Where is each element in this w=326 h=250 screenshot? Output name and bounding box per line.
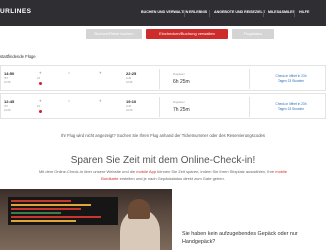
departure-time: 14:50 bbox=[4, 71, 15, 76]
mobile-app-link[interactable]: mobile App bbox=[136, 169, 156, 174]
plane-icon: ✈ bbox=[99, 71, 102, 75]
tab-book-trip[interactable]: Buchen/Reise buchen bbox=[86, 29, 142, 39]
desc-text: können Sie Zeit sparen, indem Sie Ihren … bbox=[156, 169, 276, 174]
desc-text: erstellen und je nach Gepäckstatus direk… bbox=[118, 176, 225, 181]
flight-number: 23 bbox=[37, 105, 40, 108]
flight-number: 23 bbox=[37, 77, 40, 80]
checkin-info[interactable]: Check-in öffnet in 23h Tagen 23 Stunden bbox=[257, 102, 325, 111]
checkin-description: Mit dem Online-Check-in über unsere Webs… bbox=[30, 168, 296, 182]
arrival-time: 19:10 bbox=[126, 99, 137, 104]
plane-icon: ✈ bbox=[39, 99, 42, 103]
board-row bbox=[11, 208, 81, 210]
checkin-headline: Sparen Sie Zeit mit dem Online-Check-in! bbox=[70, 155, 256, 166]
missing-flight-notice[interactable]: Ihr Flug wird nicht angezeigt? Suchen Si… bbox=[0, 133, 326, 138]
duration-label: Flugdauer bbox=[173, 73, 185, 76]
main-nav: BUCHEN UND VERWALTEN ERLEBNIS ANGEBOTE U… bbox=[0, 10, 326, 18]
route-dot bbox=[39, 82, 42, 85]
nav-divider bbox=[184, 10, 185, 17]
arrival-time: 22:25 bbox=[126, 71, 137, 76]
checkin-info-line: Tagen 23 Stunden bbox=[278, 78, 304, 83]
flight-duration: 7h 25m bbox=[173, 107, 190, 113]
nav-divider bbox=[263, 10, 264, 17]
nav-item-experience[interactable]: ERLEBNIS bbox=[189, 10, 207, 14]
section-title: stattfindende Flüge bbox=[0, 54, 36, 59]
departure-date: 22.08 bbox=[4, 109, 11, 112]
baggage-promo-text: Sie haben kein aufzugebendes Gepäck oder… bbox=[182, 231, 298, 245]
checkin-info-line: Tagen 23 Stunden bbox=[278, 106, 304, 111]
nav-item-help[interactable]: HILFE bbox=[299, 10, 309, 14]
departure-time: 12:45 bbox=[4, 99, 15, 104]
traveler-head bbox=[128, 199, 150, 219]
departure-airport: IST bbox=[4, 77, 9, 80]
plane-icon: ✈ bbox=[39, 71, 42, 75]
top-navigation-bar: URLINES BUCHEN UND VERWALTEN ERLEBNIS AN… bbox=[0, 0, 326, 26]
board-row bbox=[11, 200, 71, 202]
card-divider bbox=[159, 97, 160, 117]
route-dot bbox=[39, 110, 42, 113]
board-row bbox=[11, 212, 61, 214]
card-divider bbox=[249, 69, 250, 89]
arrival-date: 22.08 bbox=[126, 109, 133, 112]
departure-date: 22.08 bbox=[4, 81, 11, 84]
checkin-info-line: Check-in öffnet in 23h bbox=[275, 102, 307, 106]
nav-divider bbox=[209, 10, 210, 17]
airport-photo bbox=[0, 189, 172, 250]
card-divider bbox=[159, 69, 160, 89]
departure-board-image bbox=[8, 197, 118, 225]
arrival-date: 22.08 bbox=[126, 81, 133, 84]
flight-card[interactable]: 14:50 IST 22.08 ✈ 23 ⌂ ✈ 22:25 LHR 22.08… bbox=[0, 65, 326, 91]
checkin-info-line: Check-in öffnet in 23h bbox=[275, 74, 307, 78]
nav-item-miles[interactable]: MILES&SMILES bbox=[268, 10, 295, 14]
flight-card[interactable]: 12:45 IST 22.08 ✈ 23 ⌂ ✈ 19:10 LHR 22.08… bbox=[0, 93, 326, 119]
card-divider bbox=[249, 97, 250, 117]
nav-divider bbox=[294, 10, 295, 17]
tab-checkin-manage[interactable]: Einchecken/Buchung verwalten bbox=[146, 29, 228, 39]
departure-airport: IST bbox=[4, 105, 9, 108]
duration-label: Flugdauer bbox=[173, 101, 185, 104]
tab-flight-status[interactable]: Flugstatus bbox=[232, 29, 274, 39]
arrival-airport: LHR bbox=[126, 77, 132, 80]
plane-icon: ✈ bbox=[99, 99, 102, 103]
flight-duration: 6h 25m bbox=[173, 79, 190, 85]
checkin-info[interactable]: Check-in öffnet in 23h Tagen 23 Stunden bbox=[257, 74, 325, 83]
board-row bbox=[11, 204, 91, 206]
seat-icon: ⌂ bbox=[68, 99, 71, 103]
board-row bbox=[11, 220, 76, 222]
arrival-airport: LHR bbox=[126, 105, 132, 108]
nav-item-offers[interactable]: ANGEBOTE UND REISEZIELE bbox=[214, 10, 265, 14]
seat-icon: ⌂ bbox=[68, 71, 71, 75]
desc-text: Mit dem Online-Check-in über unsere Webs… bbox=[38, 169, 137, 174]
board-row bbox=[11, 216, 101, 218]
nav-item-booking[interactable]: BUCHEN UND VERWALTEN bbox=[141, 10, 188, 14]
